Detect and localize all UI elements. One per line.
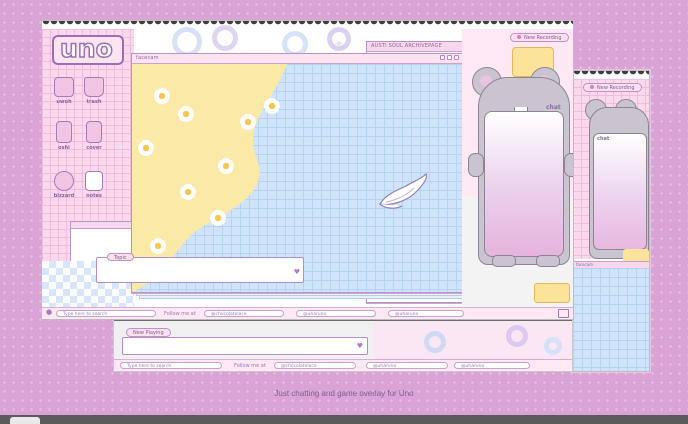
cheese-block-icon <box>534 283 570 303</box>
desktop-icon-uwuh[interactable]: uwuh <box>50 77 78 105</box>
desktop-icon-notes[interactable]: notes <box>80 171 108 199</box>
main-taskbar: ● Type here to search Follow me at @choc… <box>42 307 573 319</box>
recording-pill: New Recording <box>510 33 569 42</box>
right-cam-title: facecam <box>576 262 594 267</box>
mouse-arm-left <box>468 153 484 177</box>
bottom-handle-3[interactable]: @uharuno <box>454 362 530 369</box>
bottom-taskbar: Type here to search Follow me at @chocol… <box>114 359 572 371</box>
desktop-icon-label: cover <box>86 145 102 151</box>
topic-heart-icon: ♥ <box>293 268 300 276</box>
flower-icon <box>178 106 194 122</box>
flower-icon <box>150 238 166 254</box>
topic-panel: Topic ♥ <box>96 253 304 283</box>
right-chat-box: chat <box>593 133 647 250</box>
bottom-tab <box>10 417 40 424</box>
flower-icon <box>240 114 256 130</box>
flower-icon <box>138 140 154 156</box>
main-overlay-scallop <box>42 21 573 29</box>
minimize-icon[interactable] <box>440 55 445 60</box>
bottom-playing-box: ♥ <box>122 337 368 355</box>
desktop-icon-label: uwuh <box>56 99 72 105</box>
mouse-foot-right <box>536 255 560 267</box>
main-overlay-frame: uno uwuh trash oshi cover bizzard notes <box>41 20 574 320</box>
topic-pill: Topic <box>107 253 134 261</box>
start-mouse-icon[interactable]: ● <box>46 308 52 316</box>
trash-icon <box>84 77 104 97</box>
uno-logo-text: uno <box>59 33 113 64</box>
angel-wing-icon <box>379 172 428 209</box>
caption: Just chatting and game overlay for Uno <box>274 389 414 398</box>
right-overlay-grid <box>573 268 649 371</box>
notes-window-title: AUSTI SOUL ARCHIVEPAGE <box>371 43 442 49</box>
handle-1[interactable]: @chocolatelace <box>204 310 284 317</box>
chat-box <box>484 111 564 257</box>
desktop-icon-label: oshi <box>58 145 70 151</box>
mouse-foot-left <box>492 255 516 267</box>
chat-label: chat <box>546 104 561 111</box>
flower-icon <box>218 158 234 174</box>
right-overlay-scallop <box>573 71 649 79</box>
facecam-window-title: facecam <box>136 55 159 61</box>
bookmark-icon <box>56 121 72 143</box>
desktop-icon-bizzard[interactable]: bizzard <box>50 171 78 199</box>
notes-icon <box>85 171 103 191</box>
desktop-icon-label: notes <box>86 193 102 199</box>
right-recording-pill: New Recording <box>583 83 642 92</box>
search-input[interactable]: Type here to search <box>56 310 156 317</box>
desktop-icon-oshi[interactable]: oshi <box>50 121 78 151</box>
maximize-icon[interactable] <box>447 55 452 60</box>
bottom-handle-1[interactable]: @chocolatelace <box>274 362 356 369</box>
bottom-ring-3 <box>544 337 562 355</box>
right-chat-label: chat <box>597 136 610 142</box>
desktop-icon-label: bizzard <box>53 193 75 199</box>
sparkle-icon: ✦ <box>116 141 126 154</box>
bottom-handle-2[interactable]: @uharuno <box>366 362 448 369</box>
bottom-deco-strip <box>374 321 572 359</box>
desktop-icon-trash[interactable]: trash <box>80 77 108 105</box>
right-cam-bar: facecam <box>573 261 649 268</box>
holo-ring-2 <box>212 25 238 51</box>
tray-icon[interactable] <box>558 309 569 318</box>
handle-2[interactable]: @uharuno <box>296 310 376 317</box>
close-icon[interactable] <box>454 55 459 60</box>
flower-icon <box>180 184 196 200</box>
right-overlay-frame: New Recording chat facecam <box>572 70 650 372</box>
file-icon <box>86 121 102 143</box>
desktop-icon-label: trash <box>86 99 102 105</box>
flower-icon <box>154 88 170 104</box>
flower-icon <box>264 98 280 114</box>
bottom-playing-pill: New Playing <box>126 328 171 337</box>
handle-3[interactable]: @uharuno <box>388 310 464 317</box>
mouse-arm-right <box>564 153 573 177</box>
mouse-face-icon <box>54 171 74 191</box>
bottom-strip <box>0 415 688 424</box>
desktop-icon-cover[interactable]: cover <box>80 121 108 151</box>
bottom-search-input[interactable]: Type here to search <box>120 362 222 369</box>
bottom-ring-1 <box>424 331 446 353</box>
follow-label: Follow me at <box>164 311 196 317</box>
uno-logo: uno <box>52 33 124 65</box>
bottom-ring-2 <box>506 325 528 347</box>
bottom-heart-icon: ♥ <box>356 342 363 350</box>
folder-icon <box>54 77 74 97</box>
sparkle-icon: ✦ <box>334 37 345 51</box>
flower-icon <box>210 210 226 226</box>
bottom-follow-label: Follow me at <box>234 363 266 369</box>
